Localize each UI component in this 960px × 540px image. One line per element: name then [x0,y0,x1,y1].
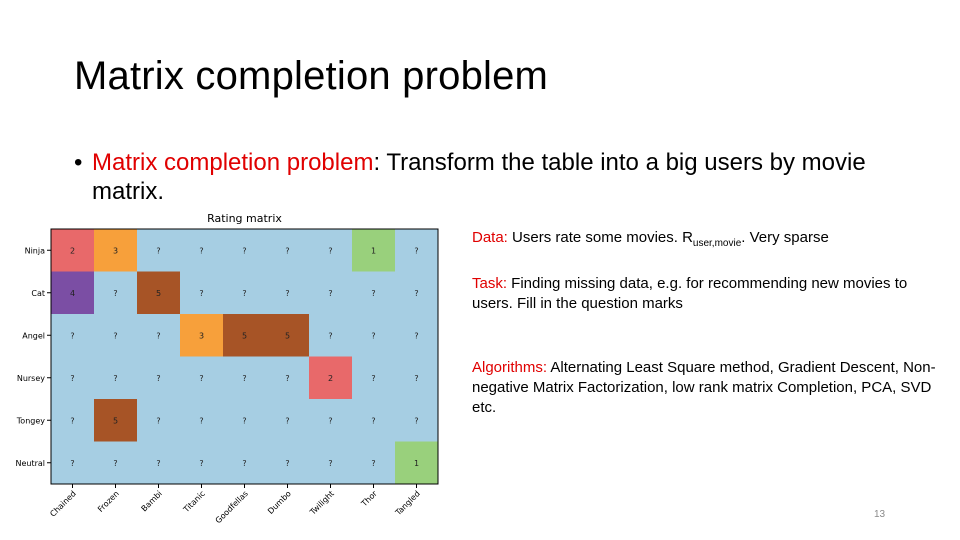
cell-label: 3 [113,246,118,255]
cell-label: ? [199,459,203,468]
cell-label: ? [371,459,375,468]
x-tick-label: Bambi [140,489,164,513]
cell-label: 2 [70,246,75,255]
cell-label: ? [371,289,375,298]
data-note: Data: Users rate some movies. Ruser,movi… [472,228,942,254]
cell-label: ? [328,331,332,340]
cell-label: ? [285,374,289,383]
cell-label: ? [156,374,160,383]
cell-label: ? [199,289,203,298]
task-label: Task: [472,275,508,292]
x-tick-label: Thor [359,489,379,509]
cell-label: ? [371,374,375,383]
cell-label: 2 [328,374,333,383]
cell-label: ? [285,246,289,255]
data-subscript: user,movie [692,238,742,249]
cell-label: ? [156,416,160,425]
cell-label: ? [113,289,117,298]
cell-label: 5 [285,331,290,340]
cell-label: ? [156,331,160,340]
cell-label: 5 [242,331,247,340]
cell-label: ? [113,374,117,383]
cell-label: ? [199,246,203,255]
cell-label: 4 [70,289,75,298]
cell-label: 3 [199,331,204,340]
cell-label: ? [414,246,418,255]
cell-label: ? [414,289,418,298]
page-number: 13 [874,509,886,520]
cell-label: ? [70,459,74,468]
algorithms-label: Algorithms: [472,359,548,376]
cell-label: ? [156,459,160,468]
side-notes: Data: Users rate some movies. Ruser,movi… [472,228,942,418]
x-tick-label: Twilight [308,489,336,517]
task-note: Task: Finding missing data, e.g. for rec… [472,274,942,314]
x-tick-label: Tangled [393,489,422,518]
bullet-dot-icon: • [74,149,83,176]
cell-label: ? [328,246,332,255]
cell-label: ? [285,289,289,298]
cell-label: ? [242,416,246,425]
cell-label: ? [414,416,418,425]
cell-label: ? [70,374,74,383]
x-tick-label: Titanic [181,489,207,515]
cell-label: ? [156,246,160,255]
data-text-after: . Very sparse [741,229,829,246]
cell-label: ? [199,374,203,383]
x-tick-label: Dumbo [266,489,293,516]
chart-title: Rating matrix [207,212,282,225]
cell-label: ? [242,246,246,255]
cell-label: 5 [156,289,161,298]
slide-title: Matrix completion problem [74,54,549,98]
y-tick-label: Ninja [25,246,46,255]
bullet-point: • Matrix completion problem: Transform t… [74,148,912,206]
x-tick-label: Goodfellas [214,489,250,525]
cell-label: 1 [414,459,419,468]
cell-label: ? [285,459,289,468]
y-tick-label: Tongey [16,416,45,425]
task-text: Finding missing data, e.g. for recommend… [472,275,908,312]
cell-label: ? [199,416,203,425]
cell-label: ? [70,331,74,340]
data-label: Data: [472,229,508,246]
cell-label: ? [328,289,332,298]
x-tick-label: Frozen [96,489,121,514]
cell-label: ? [414,374,418,383]
cell-label: 5 [113,416,118,425]
cell-label: ? [371,331,375,340]
y-tick-label: Neutral [15,459,45,468]
cell-label: ? [113,459,117,468]
cell-label: ? [242,289,246,298]
cell-label: ? [328,416,332,425]
y-tick-label: Angel [22,331,45,340]
cell-label: ? [285,416,289,425]
cell-label: ? [242,374,246,383]
algorithms-note: Algorithms: Alternating Least Square met… [472,358,942,418]
cell-label: ? [113,331,117,340]
x-tick-label: Chained [48,489,78,519]
data-text-before: Users rate some movies. R [507,229,693,246]
cell-label: ? [70,416,74,425]
cell-label: ? [242,459,246,468]
bullet-highlight: Matrix completion problem [92,149,374,176]
cell-label: 1 [371,246,376,255]
rating-matrix-chart: Rating matrix 2 3????? 1 ? 4? 5????????? 3 5 5???… [15,212,439,525]
y-tick-label: Cat [31,289,45,298]
y-tick-label: Nursey [17,374,45,383]
cell-label: ? [328,459,332,468]
cell-label: ? [371,416,375,425]
cell-label: ? [414,331,418,340]
